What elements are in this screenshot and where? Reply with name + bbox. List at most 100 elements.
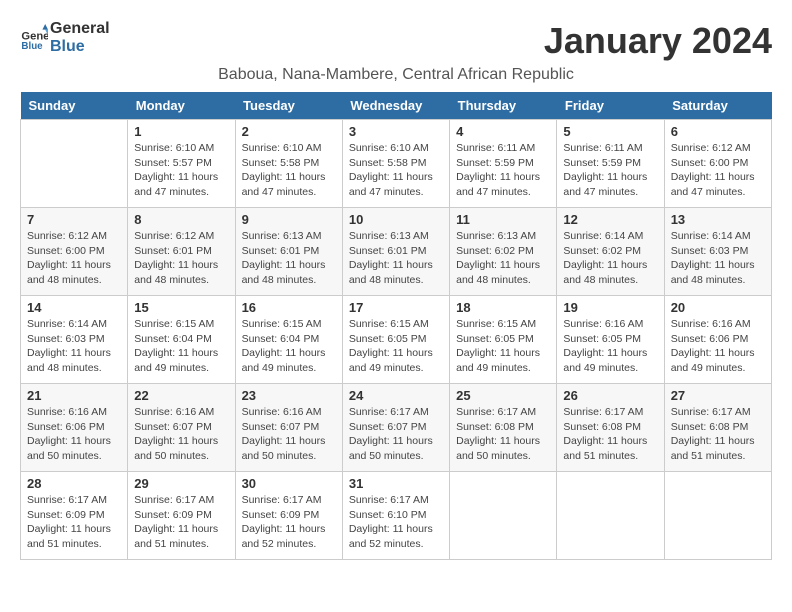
day-number: 31 bbox=[349, 476, 443, 491]
logo-general: General bbox=[50, 20, 110, 38]
day-info: Sunrise: 6:11 AMSunset: 5:59 PMDaylight:… bbox=[563, 141, 657, 200]
calendar-cell: 10Sunrise: 6:13 AMSunset: 6:01 PMDayligh… bbox=[342, 208, 449, 296]
day-number: 13 bbox=[671, 212, 765, 227]
weekday-header-row: SundayMondayTuesdayWednesdayThursdayFrid… bbox=[21, 92, 772, 120]
day-info: Sunrise: 6:12 AMSunset: 6:00 PMDaylight:… bbox=[671, 141, 765, 200]
day-number: 24 bbox=[349, 388, 443, 403]
location-subtitle: Baboua, Nana-Mambere, Central African Re… bbox=[20, 66, 772, 84]
day-info: Sunrise: 6:17 AMSunset: 6:07 PMDaylight:… bbox=[349, 405, 443, 464]
week-row-4: 21Sunrise: 6:16 AMSunset: 6:06 PMDayligh… bbox=[21, 384, 772, 472]
day-info: Sunrise: 6:14 AMSunset: 6:03 PMDaylight:… bbox=[671, 229, 765, 288]
calendar-cell: 31 Sunrise: 6:17 AMSunset: 6:10 PMDayligh… bbox=[342, 472, 449, 560]
day-info: Sunrise: 6:16 AMSunset: 6:06 PMDaylight:… bbox=[671, 317, 765, 376]
day-number: 21 bbox=[27, 388, 121, 403]
day-info: Sunrise: 6:16 AMSunset: 6:05 PMDaylight:… bbox=[563, 317, 657, 376]
day-number: 28 bbox=[27, 476, 121, 491]
day-number: 20 bbox=[671, 300, 765, 315]
day-info: Sunrise: 6:17 AMSunset: 6:08 PMDaylight:… bbox=[671, 405, 765, 464]
calendar-cell: 24 Sunrise: 6:17 AMSunset: 6:07 PMDayligh… bbox=[342, 384, 449, 472]
calendar-cell: 30 Sunrise: 6:17 AMSunset: 6:09 PMDayligh… bbox=[235, 472, 342, 560]
calendar-cell: 25 Sunrise: 6:17 AMSunset: 6:08 PMDayligh… bbox=[450, 384, 557, 472]
day-info: Sunrise: 6:13 AMSunset: 6:01 PMDaylight:… bbox=[242, 229, 336, 288]
title-area: January 2024 bbox=[544, 20, 772, 62]
logo-blue: Blue bbox=[50, 38, 110, 56]
day-number: 30 bbox=[242, 476, 336, 491]
day-number: 12 bbox=[563, 212, 657, 227]
calendar-cell: 12 Sunrise: 6:14 AMSunset: 6:02 PMDayligh… bbox=[557, 208, 664, 296]
calendar-header: SundayMondayTuesdayWednesdayThursdayFrid… bbox=[21, 92, 772, 120]
day-info: Sunrise: 6:11 AMSunset: 5:59 PMDaylight:… bbox=[456, 141, 550, 200]
day-number: 1 bbox=[134, 124, 228, 139]
day-info: Sunrise: 6:16 AMSunset: 6:07 PMDaylight:… bbox=[134, 405, 228, 464]
calendar-cell: 4 Sunrise: 6:11 AMSunset: 5:59 PMDaylight… bbox=[450, 120, 557, 208]
calendar-cell bbox=[557, 472, 664, 560]
calendar-cell: 19Sunrise: 6:16 AMSunset: 6:05 PMDayligh… bbox=[557, 296, 664, 384]
day-info: Sunrise: 6:10 AMSunset: 5:57 PMDaylight:… bbox=[134, 141, 228, 200]
day-number: 22 bbox=[134, 388, 228, 403]
day-info: Sunrise: 6:17 AMSunset: 6:09 PMDaylight:… bbox=[27, 493, 121, 552]
day-info: Sunrise: 6:15 AMSunset: 6:05 PMDaylight:… bbox=[349, 317, 443, 376]
calendar-cell: 3 Sunrise: 6:10 AMSunset: 5:58 PMDaylight… bbox=[342, 120, 449, 208]
day-number: 17 bbox=[349, 300, 443, 315]
weekday-header-tuesday: Tuesday bbox=[235, 92, 342, 120]
logo-area: General Blue General Blue bbox=[20, 20, 110, 55]
day-number: 27 bbox=[671, 388, 765, 403]
day-info: Sunrise: 6:13 AMSunset: 6:01 PMDaylight:… bbox=[349, 229, 443, 288]
calendar-cell: 27 Sunrise: 6:17 AMSunset: 6:08 PMDayligh… bbox=[664, 384, 771, 472]
calendar-cell: 7 Sunrise: 6:12 AMSunset: 6:00 PMDaylight… bbox=[21, 208, 128, 296]
calendar-cell: 11Sunrise: 6:13 AMSunset: 6:02 PMDayligh… bbox=[450, 208, 557, 296]
calendar-cell bbox=[664, 472, 771, 560]
day-info: Sunrise: 6:14 AMSunset: 6:03 PMDaylight:… bbox=[27, 317, 121, 376]
calendar-cell: 18Sunrise: 6:15 AMSunset: 6:05 PMDayligh… bbox=[450, 296, 557, 384]
calendar-cell: 17 Sunrise: 6:15 AMSunset: 6:05 PMDayligh… bbox=[342, 296, 449, 384]
day-number: 5 bbox=[563, 124, 657, 139]
day-number: 18 bbox=[456, 300, 550, 315]
page-header: General Blue General Blue January 2024 bbox=[20, 20, 772, 62]
day-info: Sunrise: 6:13 AMSunset: 6:02 PMDaylight:… bbox=[456, 229, 550, 288]
week-row-5: 28 Sunrise: 6:17 AMSunset: 6:09 PMDayligh… bbox=[21, 472, 772, 560]
day-number: 3 bbox=[349, 124, 443, 139]
weekday-header-sunday: Sunday bbox=[21, 92, 128, 120]
calendar-cell: 21Sunrise: 6:16 AMSunset: 6:06 PMDayligh… bbox=[21, 384, 128, 472]
day-info: Sunrise: 6:17 AMSunset: 6:08 PMDaylight:… bbox=[563, 405, 657, 464]
calendar-cell: 6 Sunrise: 6:12 AMSunset: 6:00 PMDaylight… bbox=[664, 120, 771, 208]
svg-text:Blue: Blue bbox=[21, 41, 43, 52]
calendar-cell: 14 Sunrise: 6:14 AMSunset: 6:03 PMDayligh… bbox=[21, 296, 128, 384]
day-number: 2 bbox=[242, 124, 336, 139]
weekday-header-wednesday: Wednesday bbox=[342, 92, 449, 120]
day-info: Sunrise: 6:14 AMSunset: 6:02 PMDaylight:… bbox=[563, 229, 657, 288]
day-info: Sunrise: 6:17 AMSunset: 6:08 PMDaylight:… bbox=[456, 405, 550, 464]
day-number: 15 bbox=[134, 300, 228, 315]
calendar-cell: 28 Sunrise: 6:17 AMSunset: 6:09 PMDayligh… bbox=[21, 472, 128, 560]
day-number: 7 bbox=[27, 212, 121, 227]
day-info: Sunrise: 6:10 AMSunset: 5:58 PMDaylight:… bbox=[242, 141, 336, 200]
day-info: Sunrise: 6:16 AMSunset: 6:07 PMDaylight:… bbox=[242, 405, 336, 464]
calendar-body: 1 Sunrise: 6:10 AMSunset: 5:57 PMDaylight… bbox=[21, 120, 772, 560]
calendar-cell: 1 Sunrise: 6:10 AMSunset: 5:57 PMDaylight… bbox=[128, 120, 235, 208]
calendar-cell: 2 Sunrise: 6:10 AMSunset: 5:58 PMDaylight… bbox=[235, 120, 342, 208]
calendar-cell: 9 Sunrise: 6:13 AMSunset: 6:01 PMDaylight… bbox=[235, 208, 342, 296]
week-row-1: 1 Sunrise: 6:10 AMSunset: 5:57 PMDaylight… bbox=[21, 120, 772, 208]
calendar-cell: 26Sunrise: 6:17 AMSunset: 6:08 PMDayligh… bbox=[557, 384, 664, 472]
day-number: 23 bbox=[242, 388, 336, 403]
day-number: 9 bbox=[242, 212, 336, 227]
month-title: January 2024 bbox=[544, 20, 772, 62]
weekday-header-saturday: Saturday bbox=[664, 92, 771, 120]
logo-icon: General Blue bbox=[20, 24, 48, 52]
day-info: Sunrise: 6:17 AMSunset: 6:10 PMDaylight:… bbox=[349, 493, 443, 552]
calendar-cell: 8Sunrise: 6:12 AMSunset: 6:01 PMDaylight… bbox=[128, 208, 235, 296]
day-number: 14 bbox=[27, 300, 121, 315]
day-number: 16 bbox=[242, 300, 336, 315]
calendar-cell: 22 Sunrise: 6:16 AMSunset: 6:07 PMDayligh… bbox=[128, 384, 235, 472]
calendar-cell: 15Sunrise: 6:15 AMSunset: 6:04 PMDayligh… bbox=[128, 296, 235, 384]
day-info: Sunrise: 6:12 AMSunset: 6:00 PMDaylight:… bbox=[27, 229, 121, 288]
day-info: Sunrise: 6:17 AMSunset: 6:09 PMDaylight:… bbox=[242, 493, 336, 552]
day-info: Sunrise: 6:10 AMSunset: 5:58 PMDaylight:… bbox=[349, 141, 443, 200]
calendar-cell: 23 Sunrise: 6:16 AMSunset: 6:07 PMDayligh… bbox=[235, 384, 342, 472]
calendar-cell: 13 Sunrise: 6:14 AMSunset: 6:03 PMDayligh… bbox=[664, 208, 771, 296]
day-number: 25 bbox=[456, 388, 550, 403]
calendar-cell bbox=[21, 120, 128, 208]
day-number: 4 bbox=[456, 124, 550, 139]
day-number: 6 bbox=[671, 124, 765, 139]
calendar-cell bbox=[450, 472, 557, 560]
